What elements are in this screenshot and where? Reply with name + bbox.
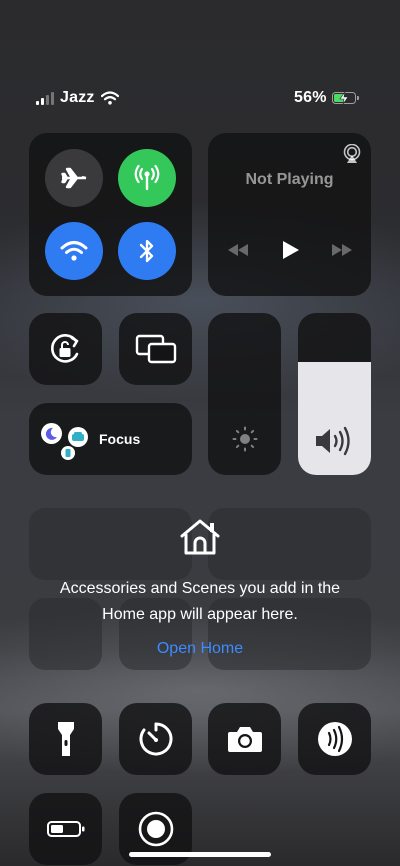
connectivity-panel [29, 133, 192, 296]
rotation-lock-button[interactable] [29, 313, 102, 385]
focus-driving-icon [68, 427, 88, 447]
home-indicator[interactable] [129, 852, 271, 857]
status-bar-right: 56% [294, 88, 359, 108]
battery-icon [331, 92, 359, 104]
flashlight-icon [57, 722, 74, 756]
airplane-icon [61, 167, 87, 189]
now-playing-title: Not Playing [245, 171, 334, 188]
focus-sleep-icon [41, 423, 62, 444]
status-bar-left: Jazz [36, 88, 119, 108]
rotation-lock-icon [50, 334, 78, 363]
cellular-signal-icon [36, 91, 54, 105]
screen-mirroring-icon [135, 334, 176, 364]
home-empty-message-line2: Home app will appear here. [102, 606, 298, 623]
focus-label: Focus [99, 431, 141, 447]
contactless-icon [317, 722, 352, 756]
wifi-toggle[interactable] [45, 222, 103, 280]
speaker-volume-icon [316, 426, 350, 456]
airplay-icon[interactable] [342, 144, 362, 164]
bluetooth-toggle[interactable] [118, 222, 176, 280]
focus-work-icon [61, 446, 75, 460]
carrier-name: Jazz [60, 89, 95, 106]
brightness-sun-icon [232, 426, 258, 452]
home-placeholder-tile [208, 508, 371, 580]
camera-icon [227, 727, 262, 752]
home-placeholder-tile [29, 508, 192, 580]
timer-icon [139, 722, 172, 756]
fast-forward-button[interactable] [330, 243, 354, 257]
home-empty-message-line1: Accessories and Scenes you add in the [59, 580, 341, 597]
volume-slider[interactable] [298, 313, 371, 475]
bluetooth-icon [139, 239, 154, 263]
timer-button[interactable] [119, 703, 192, 775]
low-power-mode-button[interactable] [29, 793, 102, 865]
brightness-slider[interactable] [208, 313, 281, 475]
play-button[interactable] [280, 240, 300, 260]
screen-mirroring-button[interactable] [119, 313, 192, 385]
battery-low-power-icon [46, 821, 84, 837]
airplane-mode-toggle[interactable] [45, 149, 103, 207]
wifi-status-icon [100, 91, 119, 105]
wifi-icon [60, 241, 88, 261]
volume-level-fill [298, 361, 371, 475]
charging-bolt-icon [339, 92, 349, 104]
focus-button[interactable]: Focus [29, 403, 192, 475]
flashlight-button[interactable] [29, 703, 102, 775]
cellular-data-toggle[interactable] [118, 149, 176, 207]
screen-record-icon [138, 811, 173, 847]
open-home-link[interactable]: Open Home [0, 640, 400, 658]
rewind-button[interactable] [226, 243, 250, 257]
tap-to-pay-button[interactable] [298, 703, 371, 775]
now-playing-panel[interactable]: Not Playing [208, 133, 371, 296]
home-icon [180, 519, 220, 555]
battery-percentage: 56% [294, 89, 327, 106]
camera-button[interactable] [208, 703, 281, 775]
cellular-antenna-icon [134, 164, 160, 191]
